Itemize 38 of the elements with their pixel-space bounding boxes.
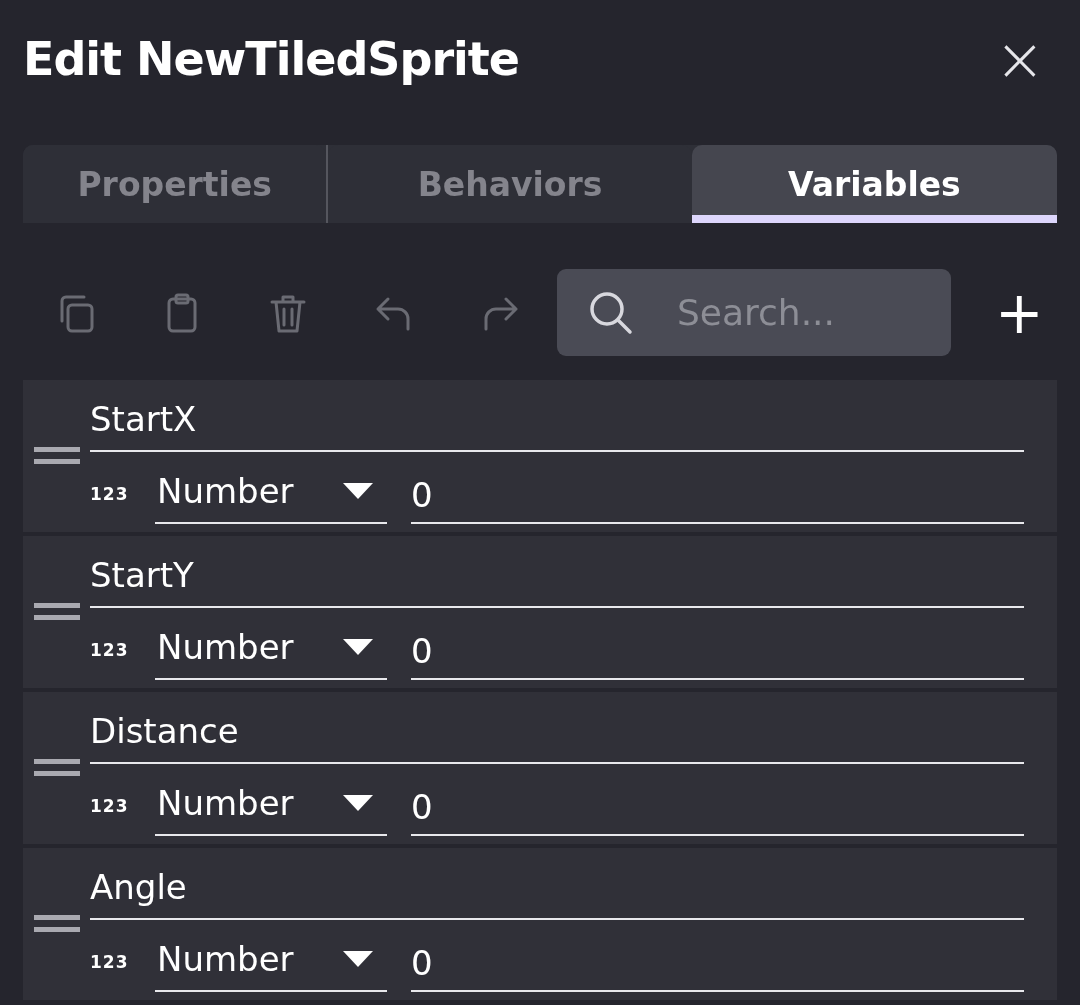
drag-handle-icon[interactable] <box>34 758 80 778</box>
drag-handle-icon[interactable] <box>34 914 80 934</box>
value-field[interactable]: 0 <box>411 616 1024 680</box>
name-input[interactable]: Angle <box>90 867 1024 907</box>
caret-icon <box>343 951 373 967</box>
type-dropdown[interactable]: Number <box>155 928 387 992</box>
type-dropdown[interactable]: Number <box>155 460 387 524</box>
type-dropdown[interactable]: Number <box>155 616 387 680</box>
search-input[interactable]: Search... <box>675 291 939 334</box>
add-button[interactable]: + <box>989 282 1050 343</box>
caret-icon <box>343 795 373 811</box>
type-icon: 123 <box>90 952 155 992</box>
value-field[interactable]: 0 <box>411 928 1024 992</box>
value-input[interactable]: 0 <box>411 943 1024 983</box>
name-field[interactable]: StartY <box>90 544 1024 608</box>
name-field[interactable]: Distance <box>90 700 1024 764</box>
drag-handle-icon[interactable] <box>34 446 80 466</box>
tab[interactable]: Variables <box>691 145 1057 223</box>
value-input[interactable]: 0 <box>411 631 1024 671</box>
type-dropdown[interactable]: Number <box>155 772 387 836</box>
type-icon: 123 <box>90 484 155 524</box>
search-field[interactable]: Search... <box>557 269 951 356</box>
close-button[interactable]: × <box>994 29 1057 89</box>
value-field[interactable]: 0 <box>411 460 1024 524</box>
type-icon: 123 <box>90 796 155 836</box>
value-input[interactable]: 0 <box>411 787 1024 827</box>
dialog-title: Edit NewTiledSprite <box>23 32 520 86</box>
name-input[interactable]: StartY <box>90 555 1024 595</box>
name-input[interactable]: Distance <box>90 711 1024 751</box>
name-field[interactable]: Angle <box>90 856 1024 920</box>
drag-handle-icon[interactable] <box>34 602 80 622</box>
type-icon: 123 <box>90 640 155 680</box>
caret-icon <box>343 639 373 655</box>
caret-icon <box>343 483 373 499</box>
name-input[interactable]: StartX <box>90 399 1024 439</box>
value-field[interactable]: 0 <box>411 772 1024 836</box>
name-field[interactable]: StartX <box>90 388 1024 452</box>
value-input[interactable]: 0 <box>411 475 1024 515</box>
